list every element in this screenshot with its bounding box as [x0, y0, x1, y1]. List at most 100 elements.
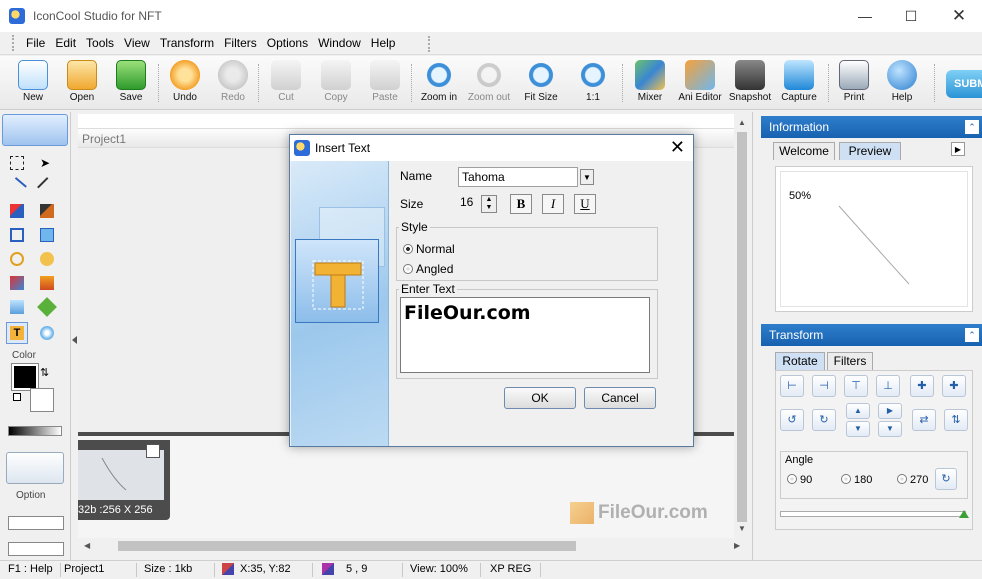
mixer-button[interactable]: Mixer	[625, 60, 675, 108]
collapse-transform-icon[interactable]: ⌃	[965, 328, 979, 342]
angle-slider[interactable]	[780, 510, 969, 518]
fill-bucket-tool[interactable]	[36, 272, 58, 294]
brush-tool[interactable]	[36, 200, 58, 222]
menu-grip-right[interactable]	[428, 36, 430, 52]
rect-select-tool[interactable]	[6, 152, 28, 174]
copy-button[interactable]: Copy	[311, 60, 361, 108]
option-tool-button[interactable]	[6, 452, 64, 484]
vertical-scroll-thumb[interactable]	[737, 132, 747, 522]
fit-size-button[interactable]: Fit Size	[516, 60, 566, 108]
tab-filters[interactable]: Filters	[827, 352, 873, 370]
pencil-tool[interactable]	[6, 200, 28, 222]
magic-wand-tool[interactable]	[36, 176, 58, 198]
scroll-left-icon[interactable]: ◀	[84, 541, 90, 550]
new-button[interactable]: New	[8, 60, 58, 108]
line-tool[interactable]	[6, 176, 28, 198]
rectangle-tool[interactable]	[6, 224, 28, 246]
background-color-swatch[interactable]	[30, 388, 54, 412]
submit-button[interactable]: SUBM	[946, 70, 982, 98]
align-right-edge-button[interactable]: ⊣	[812, 375, 836, 397]
underline-button[interactable]: U	[574, 194, 596, 214]
scroll-right-icon[interactable]: ▶	[734, 541, 740, 550]
option-style-1[interactable]	[6, 512, 66, 534]
open-button[interactable]: Open	[57, 60, 107, 108]
print-button[interactable]: Print	[829, 60, 879, 108]
foreground-color-swatch[interactable]	[11, 363, 39, 391]
angle-270-radio[interactable]: 270	[897, 474, 928, 486]
rotate-right-button[interactable]: ↻	[812, 409, 836, 431]
zoom-in-button[interactable]: Zoom in	[414, 60, 464, 108]
dialog-close-button[interactable]: ✕	[670, 137, 685, 158]
minimize-button[interactable]: —	[842, 0, 888, 32]
rotate-left-button[interactable]: ↺	[780, 409, 804, 431]
font-name-select[interactable]: Tahoma	[458, 167, 578, 187]
light-tool[interactable]	[36, 322, 58, 344]
move-right-button[interactable]: ▶	[878, 403, 902, 419]
center-horizontal-button[interactable]: ✚	[910, 375, 934, 397]
tab-welcome[interactable]: Welcome	[773, 142, 835, 160]
style-angled-radio[interactable]: Angled	[403, 262, 453, 276]
tab-preview[interactable]: Preview	[839, 142, 901, 160]
option-style-2[interactable]	[6, 538, 66, 560]
slider-thumb-icon[interactable]	[959, 510, 969, 518]
cut-button[interactable]: Cut	[261, 60, 311, 108]
maximize-button[interactable]: ☐	[888, 0, 934, 32]
menu-filters[interactable]: Filters	[219, 36, 262, 50]
eraser-tool[interactable]	[6, 296, 28, 318]
capture-button[interactable]: Capture	[774, 60, 824, 108]
filled-ellipse-tool[interactable]	[36, 248, 58, 270]
move-tool[interactable]: ➤	[36, 152, 58, 174]
cancel-button[interactable]: Cancel	[584, 387, 656, 409]
size-stepper-icon[interactable]: ▲ ▼	[481, 195, 497, 213]
vertical-scrollbar[interactable]: ▲ ▼	[734, 114, 750, 538]
font-dropdown-icon[interactable]: ▼	[580, 169, 594, 185]
menu-transform[interactable]: Transform	[155, 36, 219, 50]
style-normal-radio[interactable]: Normal	[403, 242, 455, 256]
align-top-button[interactable]: ⊤	[844, 375, 868, 397]
flip-horizontal-button[interactable]: ⇄	[912, 409, 936, 431]
zoom-out-button[interactable]: Zoom out	[464, 60, 514, 108]
move-down-button[interactable]: ▼	[846, 421, 870, 437]
filled-rectangle-tool[interactable]	[36, 224, 58, 246]
help-button[interactable]: Help	[877, 60, 927, 108]
menu-help[interactable]: Help	[366, 36, 401, 50]
horizontal-scroll-thumb[interactable]	[118, 541, 576, 551]
center-vertical-button[interactable]: ✚	[942, 375, 966, 397]
flip-vertical-button[interactable]: ⇅	[944, 409, 968, 431]
angle-180-radio[interactable]: 180	[841, 474, 872, 486]
reset-colors-button[interactable]	[10, 390, 24, 404]
undo-button[interactable]: Undo	[160, 60, 210, 108]
menu-view[interactable]: View	[119, 36, 155, 50]
align-left-edge-button[interactable]: ⊢	[780, 375, 804, 397]
menu-window[interactable]: Window	[313, 36, 366, 50]
paste-button[interactable]: Paste	[360, 60, 410, 108]
ok-button[interactable]: OK	[504, 387, 576, 409]
menu-options[interactable]: Options	[262, 36, 313, 50]
italic-button[interactable]: I	[542, 194, 564, 214]
menu-grip[interactable]	[12, 35, 15, 51]
horizontal-scrollbar[interactable]: ◀ ▶	[78, 538, 750, 554]
ellipse-tool[interactable]	[6, 248, 28, 270]
close-button[interactable]: ✕	[936, 0, 982, 32]
angle-90-radio[interactable]: 90	[787, 474, 812, 486]
align-bottom-button[interactable]: ⊥	[876, 375, 900, 397]
panel-menu-arrow-icon[interactable]: ▶	[951, 142, 965, 156]
gem-tool[interactable]	[36, 296, 58, 318]
swap-colors-button[interactable]: ⇅	[40, 366, 54, 380]
redo-button[interactable]: Redo	[208, 60, 258, 108]
size-value[interactable]: 16	[460, 195, 473, 209]
collapse-information-icon[interactable]: ⌃	[965, 120, 979, 134]
eyedropper-tool[interactable]	[6, 272, 28, 294]
menu-edit[interactable]: Edit	[50, 36, 81, 50]
selected-tool-preview[interactable]	[2, 114, 68, 146]
text-tool[interactable]: T	[6, 322, 28, 344]
move-left-button[interactable]: ▼	[878, 421, 902, 437]
actual-size-button[interactable]: 1:1	[568, 60, 618, 108]
gradient-bar[interactable]	[8, 426, 62, 436]
tab-rotate[interactable]: Rotate	[775, 352, 825, 370]
thumbnail-menu-icon[interactable]	[146, 444, 160, 458]
menu-tools[interactable]: Tools	[81, 36, 119, 50]
save-button[interactable]: Save	[106, 60, 156, 108]
apply-rotation-button[interactable]: ↻	[935, 468, 957, 490]
menu-file[interactable]: File	[21, 36, 50, 50]
